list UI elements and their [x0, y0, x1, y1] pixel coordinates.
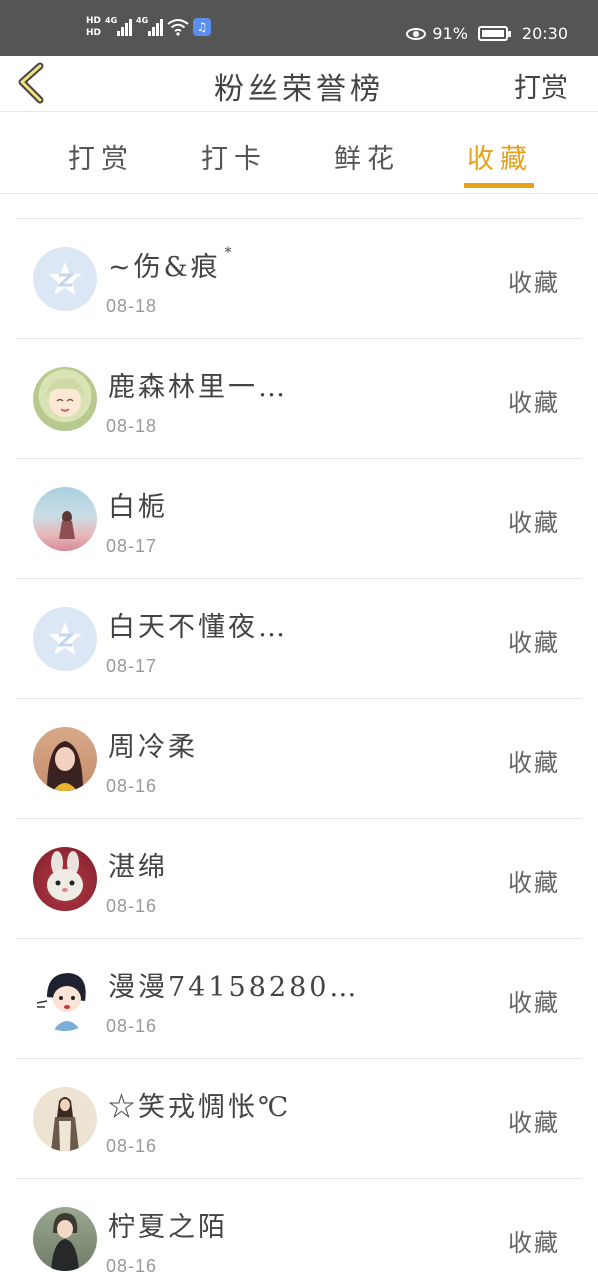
collect-label: 收藏: [508, 509, 560, 537]
reward-button[interactable]: 打赏: [514, 66, 568, 105]
tab-bar: 打赏 打卡 鲜花 收藏: [0, 113, 598, 194]
tab-collect[interactable]: 收藏: [467, 137, 533, 176]
fan-name: 柠夏之陌: [108, 1212, 228, 1243]
fan-name: 鹿森林里一…: [108, 372, 288, 403]
tab-flowers[interactable]: 鲜花: [334, 137, 400, 176]
girl-photo-avatar-icon: [47, 741, 83, 791]
qq-default-avatar-icon: [48, 622, 82, 655]
avatar[interactable]: [33, 847, 97, 911]
avatar[interactable]: [33, 367, 97, 431]
active-tab-indicator: [464, 183, 534, 188]
fan-name: 白天不懂夜…: [108, 612, 288, 643]
collect-label: 收藏: [508, 869, 560, 897]
list-item[interactable]: 柠夏之陌 08-16 收藏: [16, 1178, 582, 1280]
status-left: HD HD 4G 4G ♫: [86, 16, 212, 38]
fan-date: 08-16: [106, 1016, 158, 1036]
fan-name: 湛绵: [108, 852, 168, 883]
list-item[interactable]: 漫漫74158280… 08-16 收藏: [16, 938, 582, 1058]
collect-label: 收藏: [508, 1229, 560, 1257]
fan-date: 08-16: [106, 1136, 158, 1156]
avatar[interactable]: [33, 1207, 97, 1271]
avatar[interactable]: [33, 1087, 97, 1151]
avatar[interactable]: [33, 247, 97, 311]
fan-date: 08-18: [106, 416, 158, 436]
qq-default-avatar-icon: [48, 262, 82, 295]
girl-dark-dress-avatar-icon: [51, 1213, 79, 1271]
eye-icon: [406, 27, 427, 40]
avatar[interactable]: [33, 607, 97, 671]
hd-icon: HD HD: [86, 16, 101, 38]
list-item[interactable]: ~伤&痕 * 08-18 收藏: [16, 218, 582, 338]
network-type-2: 4G: [136, 16, 149, 25]
avatar[interactable]: [33, 487, 97, 551]
girl-standing-avatar-icon: [51, 1097, 79, 1151]
status-bar: HD HD 4G 4G ♫ 91% 20:30: [0, 0, 598, 56]
fan-date: 08-17: [106, 536, 158, 556]
hd1-label: HD: [86, 16, 102, 26]
collect-label: 收藏: [508, 269, 560, 297]
fan-date: 08-17: [106, 656, 158, 676]
signal-icon: 4G: [105, 16, 133, 36]
collect-label: 收藏: [508, 629, 560, 657]
clock: 20:30: [521, 24, 568, 43]
avatar[interactable]: [33, 727, 97, 791]
list-item[interactable]: ☆笑戎惆怅℃ 08-16 收藏: [16, 1058, 582, 1178]
collect-label: 收藏: [508, 749, 560, 777]
fan-list: ~伤&痕 * 08-18 收藏 鹿森林里一… 08-18 收藏 白栀 08-17 …: [16, 218, 582, 1280]
battery-percent: 91%: [432, 24, 468, 43]
rabbit-avatar-icon: [47, 851, 83, 901]
list-item[interactable]: 白天不懂夜… 08-17 收藏: [16, 578, 582, 698]
list-item[interactable]: 鹿森林里一… 08-18 收藏: [16, 338, 582, 458]
fan-date: 08-16: [106, 896, 158, 916]
tab-checkin[interactable]: 打卡: [201, 137, 267, 176]
collect-label: 收藏: [508, 989, 560, 1017]
fan-name: 白栀: [108, 492, 168, 523]
fan-name: ~伤&痕 *: [108, 245, 232, 284]
list-item[interactable]: 周冷柔 08-16 收藏: [16, 698, 582, 818]
fan-date: 08-16: [106, 776, 158, 796]
wifi-icon: [167, 19, 189, 36]
status-right: 91% 20:30: [406, 24, 568, 43]
collect-label: 收藏: [508, 389, 560, 417]
hd2-label: HD: [86, 28, 102, 38]
fan-name: 漫漫74158280…: [108, 972, 360, 1003]
battery-icon: [477, 26, 511, 41]
page-title: 粉丝荣誉榜: [214, 72, 384, 107]
anime-girl-avatar-icon: [45, 378, 85, 417]
list-item[interactable]: 白栀 08-17 收藏: [16, 458, 582, 578]
title-bar: 粉丝荣誉榜 打赏: [0, 56, 598, 112]
fan-name-text: ~伤&痕: [108, 252, 221, 283]
fan-name: 周冷柔: [108, 732, 198, 763]
fan-name-mark: *: [224, 245, 232, 261]
signal-icon-2: 4G: [136, 16, 164, 36]
list-item[interactable]: 湛绵 08-16 收藏: [16, 818, 582, 938]
fan-date: 08-16: [106, 1256, 158, 1276]
avatar[interactable]: [33, 967, 97, 1031]
fan-name: ☆笑戎惆怅℃: [108, 1092, 292, 1123]
tab-reward[interactable]: 打赏: [68, 137, 134, 176]
cartoon-boy-avatar-icon: [36, 973, 86, 1031]
collect-label: 收藏: [508, 1109, 560, 1137]
girl-by-sea-avatar-icon: [59, 511, 75, 539]
fan-date: 08-18: [106, 296, 158, 316]
music-icon: ♫: [193, 18, 212, 36]
network-type-1: 4G: [105, 16, 118, 25]
